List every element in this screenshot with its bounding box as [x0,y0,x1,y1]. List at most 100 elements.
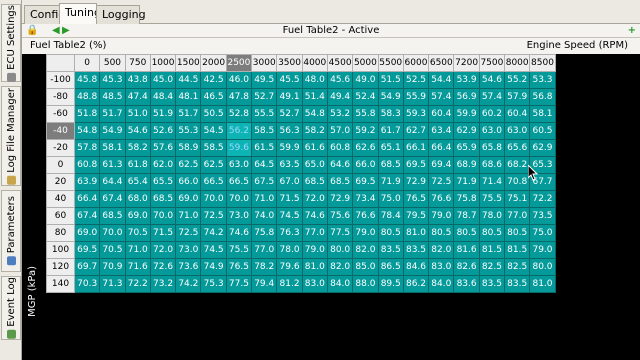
table-cell[interactable]: 78.7 [453,207,480,225]
column-header[interactable]: 4000 [301,54,328,72]
side-tab-ecu-settings[interactable]: ECU Settings [1,4,21,82]
table-cell[interactable]: 77.5 [326,224,354,242]
table-cell[interactable]: 48.5 [99,88,126,106]
table-cell[interactable]: 74.2 [175,275,202,293]
table-cell[interactable]: 70.5 [99,241,126,259]
table-cell[interactable]: 78.2 [251,258,278,276]
table-cell[interactable]: 55.9 [402,88,430,106]
table-cell[interactable]: 76.5 [225,258,253,276]
table-cell[interactable]: 54.9 [377,88,404,106]
row-header[interactable]: 100 [46,241,75,259]
table-cell[interactable]: 72.9 [402,173,430,191]
table-cell[interactable]: 58.1 [529,105,556,123]
table-cell[interactable]: 59.6 [225,139,253,157]
table-cell[interactable]: 75.8 [453,190,480,208]
table-cell[interactable]: 57.4 [478,88,506,106]
table-cell[interactable]: 42.5 [200,71,227,89]
row-header[interactable]: 80 [46,224,75,242]
table-cell[interactable]: 76.3 [276,224,303,242]
table-cell[interactable]: 74.9 [200,258,227,276]
table-cell[interactable]: 49.5 [251,71,278,89]
table-cell[interactable]: 68.5 [301,173,328,191]
column-header[interactable]: 5500 [377,54,404,72]
table-cell[interactable]: 61.6 [301,139,328,157]
table-cell[interactable]: 58.5 [200,139,227,157]
table-cell[interactable]: 68.5 [326,173,354,191]
table-cell[interactable]: 80.5 [377,224,404,242]
table-cell[interactable]: 80.5 [478,224,506,242]
column-header[interactable]: 4500 [326,54,354,72]
table-cell[interactable]: 73.2 [149,275,177,293]
column-header[interactable]: 750 [124,54,151,72]
table-cell[interactable]: 60.5 [529,122,556,140]
table-cell[interactable]: 89.5 [377,275,404,293]
table-cell[interactable]: 78.0 [276,241,303,259]
table-cell[interactable]: 79.0 [428,207,455,225]
table-cell[interactable]: 80.5 [428,224,455,242]
table-cell[interactable]: 65.4 [124,173,151,191]
table-cell[interactable]: 72.9 [326,190,354,208]
table-cell[interactable]: 71.6 [124,258,151,276]
table-cell[interactable]: 57.9 [504,88,531,106]
table-cell[interactable]: 62.5 [175,156,202,174]
table-cell[interactable]: 62.6 [352,139,379,157]
table-cell[interactable]: 58.3 [377,105,404,123]
table-cell[interactable]: 62.5 [200,156,227,174]
table-cell[interactable]: 76.6 [352,207,379,225]
table-cell[interactable]: 54.5 [200,122,227,140]
table-cell[interactable]: 73.4 [352,190,379,208]
table-cell[interactable]: 79.6 [276,258,303,276]
table-cell[interactable]: 59.3 [402,105,430,123]
table-cell[interactable]: 83.0 [301,275,328,293]
table-cell[interactable]: 55.8 [352,105,379,123]
table-cell[interactable]: 71.0 [175,207,202,225]
table-cell[interactable]: 82.5 [478,258,506,276]
table-cell[interactable]: 83.5 [377,241,404,259]
add-icon[interactable]: + [628,25,636,36]
table-cell[interactable]: 58.1 [99,139,126,157]
table-cell[interactable]: 66.0 [352,156,379,174]
table-cell[interactable]: 49.4 [326,88,354,106]
table-cell[interactable]: 72.0 [149,241,177,259]
table-cell[interactable]: 67.0 [276,173,303,191]
table-cell[interactable]: 71.3 [99,275,126,293]
table-cell[interactable]: 48.1 [175,88,202,106]
table-cell[interactable]: 70.8 [504,173,531,191]
table-cell[interactable]: 50.5 [200,105,227,123]
column-header[interactable]: 3000 [251,54,278,72]
table-cell[interactable]: 75.5 [225,241,253,259]
table-cell[interactable]: 86.2 [402,275,430,293]
table-cell[interactable]: 77.5 [225,275,253,293]
table-cell[interactable]: 55.3 [175,122,202,140]
table-cell[interactable]: 59.9 [276,139,303,157]
table-cell[interactable]: 60.4 [504,105,531,123]
side-tab-log-file-manager[interactable]: Log File Manager [1,86,21,186]
table-cell[interactable]: 69.5 [352,173,379,191]
table-cell[interactable]: 83.5 [504,275,531,293]
table-cell[interactable]: 65.1 [377,139,404,157]
table-cell[interactable]: 45.3 [99,71,126,89]
table-cell[interactable]: 83.5 [402,241,430,259]
table-cell[interactable]: 78.0 [478,207,506,225]
table-cell[interactable]: 54.8 [73,122,101,140]
table-cell[interactable]: 79.4 [251,275,278,293]
table-cell[interactable]: 74.6 [225,224,253,242]
table-cell[interactable]: 77.0 [301,224,328,242]
table-cell[interactable]: 55.5 [251,105,278,123]
table-cell[interactable]: 71.0 [251,190,278,208]
table-cell[interactable]: 73.0 [175,241,202,259]
table-cell[interactable]: 71.4 [478,173,506,191]
table-cell[interactable]: 81.0 [529,275,556,293]
table-cell[interactable]: 45.0 [149,71,177,89]
table-cell[interactable]: 65.6 [504,139,531,157]
column-header[interactable]: 0 [73,54,101,72]
table-cell[interactable]: 51.4 [301,88,328,106]
tab-config[interactable]: Config [24,5,65,24]
row-header[interactable]: 20 [46,173,75,191]
table-cell[interactable]: 75.5 [478,190,506,208]
table-cell[interactable]: 63.0 [504,122,531,140]
column-header[interactable]: 8000 [504,54,531,72]
table-cell[interactable]: 52.8 [225,105,253,123]
table-cell[interactable]: 82.5 [504,258,531,276]
table-cell[interactable]: 79.0 [529,241,556,259]
